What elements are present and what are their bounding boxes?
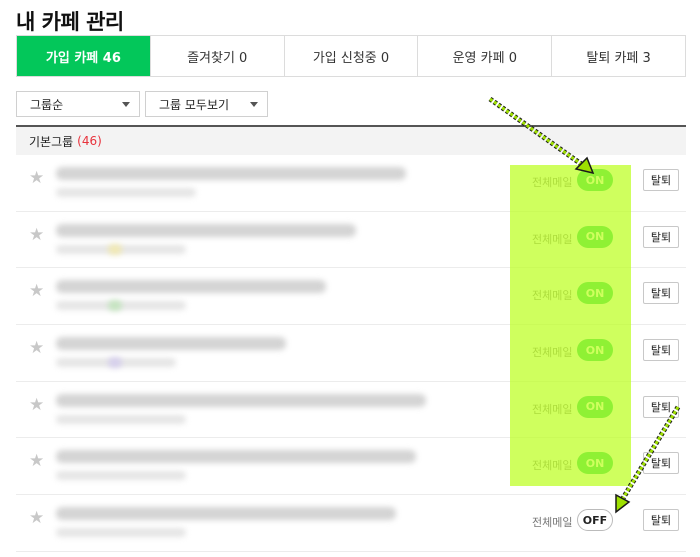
cafe-badge-blurred — [108, 243, 122, 255]
all-mail-toggle[interactable]: OFF — [577, 509, 613, 532]
cafe-badge-blurred — [108, 300, 122, 312]
cafe-badge-blurred — [108, 357, 122, 369]
sort-dropdown[interactable]: 그룹순 — [16, 91, 140, 117]
star-icon[interactable]: ★ — [29, 281, 44, 301]
star-icon[interactable]: ★ — [29, 395, 44, 415]
chevron-down-icon — [122, 102, 130, 107]
all-mail-label: 전체메일 — [532, 176, 573, 189]
group-count: (46) — [77, 134, 102, 148]
cafe-name-blurred[interactable] — [56, 450, 416, 464]
cafe-row: ★ 전체메일 ON 탈퇴 — [16, 155, 686, 212]
cafe-row: ★ 전체메일 OFF 탈퇴 — [16, 495, 686, 552]
cafe-row: ★ 전체메일 ON 탈퇴 — [16, 212, 686, 269]
group-header: 기본그룹 (46) — [16, 125, 686, 155]
all-mail-toggle[interactable]: ON — [577, 452, 613, 475]
cafe-name-blurred[interactable] — [56, 337, 286, 351]
tab-managed-cafes[interactable]: 운영 카페 0 — [418, 36, 553, 76]
cafe-meta-blurred — [56, 414, 186, 424]
cafe-name-blurred[interactable] — [56, 280, 326, 294]
sort-dropdown-label: 그룹순 — [30, 97, 64, 112]
star-icon[interactable]: ★ — [29, 451, 44, 471]
cafe-row: ★ 전체메일 ON 탈퇴 — [16, 382, 686, 439]
leave-cafe-button[interactable]: 탈퇴 — [643, 282, 679, 305]
all-mail-toggle[interactable]: ON — [577, 395, 613, 418]
leave-cafe-button[interactable]: 탈퇴 — [643, 509, 679, 532]
cafe-row: ★ 전체메일 ON 탈퇴 — [16, 438, 686, 496]
cafe-name-blurred[interactable] — [56, 167, 406, 180]
tab-favorites[interactable]: 즐겨찾기 0 — [150, 36, 285, 76]
all-mail-label: 전체메일 — [532, 232, 573, 246]
star-icon[interactable]: ★ — [29, 338, 44, 358]
group-filter-label: 그룹 모두보기 — [159, 97, 230, 112]
all-mail-label: 전체메일 — [532, 516, 573, 530]
all-mail-toggle[interactable]: ON — [577, 282, 613, 305]
cafe-meta-blurred — [56, 188, 196, 197]
cafe-tabs: 가입 카페 46 즐겨찾기 0 가입 신청중 0 운영 카페 0 탈퇴 카페 3 — [16, 35, 686, 77]
leave-cafe-button[interactable]: 탈퇴 — [643, 452, 679, 475]
tab-left-cafes[interactable]: 탈퇴 카페 3 — [552, 36, 685, 76]
leave-cafe-button[interactable]: 탈퇴 — [643, 225, 679, 248]
star-icon[interactable]: ★ — [29, 168, 44, 188]
cafe-list: ★ 전체메일 ON 탈퇴 ★ 전체메일 ON 탈퇴 ★ 전체메일 ON 탈퇴 ★… — [16, 155, 686, 552]
leave-cafe-button[interactable]: 탈퇴 — [643, 169, 679, 191]
all-mail-toggle[interactable]: ON — [577, 339, 613, 362]
all-mail-label: 전체메일 — [532, 289, 573, 303]
cafe-row: ★ 전체메일 ON 탈퇴 — [16, 268, 686, 326]
page-title: 내 카페 관리 — [16, 10, 124, 34]
group-name: 기본그룹 — [29, 134, 74, 149]
cafe-name-blurred[interactable] — [56, 393, 426, 407]
group-filter-dropdown[interactable]: 그룹 모두보기 — [145, 91, 268, 117]
leave-cafe-button[interactable]: 탈퇴 — [643, 339, 679, 362]
all-mail-label: 전체메일 — [532, 346, 573, 360]
all-mail-toggle[interactable]: ON — [577, 169, 613, 191]
star-icon[interactable]: ★ — [29, 225, 44, 245]
all-mail-toggle[interactable]: ON — [577, 225, 613, 248]
cafe-meta-blurred — [56, 471, 186, 481]
all-mail-label: 전체메일 — [532, 459, 573, 473]
chevron-down-icon — [250, 102, 258, 107]
leave-cafe-button[interactable]: 탈퇴 — [643, 395, 679, 418]
tab-pending-join[interactable]: 가입 신청중 0 — [284, 36, 419, 76]
cafe-name-blurred[interactable] — [56, 507, 396, 521]
cafe-row: ★ 전체메일 ON 탈퇴 — [16, 325, 686, 382]
tab-joined-cafes[interactable]: 가입 카페 46 — [17, 36, 151, 76]
star-icon[interactable]: ★ — [29, 508, 44, 528]
cafe-name-blurred[interactable] — [56, 223, 356, 237]
all-mail-label: 전체메일 — [532, 402, 573, 416]
cafe-meta-blurred — [56, 528, 186, 538]
